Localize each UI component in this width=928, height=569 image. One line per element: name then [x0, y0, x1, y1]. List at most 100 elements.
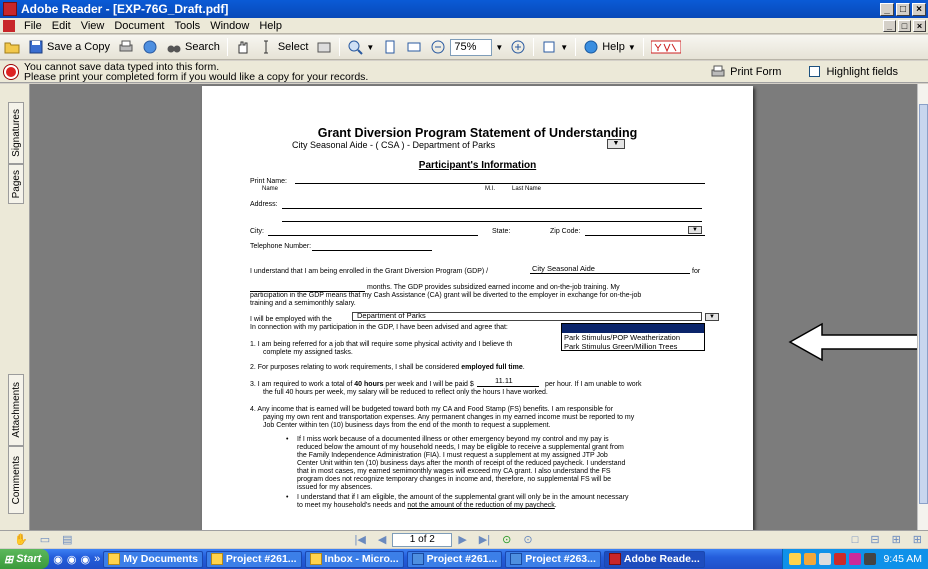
print-button[interactable] [114, 36, 138, 58]
open-button[interactable] [0, 36, 24, 58]
name-field[interactable] [295, 176, 705, 184]
document-viewport[interactable]: Grant Diversion Program Statement of Und… [30, 84, 917, 530]
yahoo-button[interactable] [647, 36, 685, 58]
highlight-fields-toggle[interactable]: Highlight fields [809, 66, 898, 78]
doc-close-button[interactable]: × [913, 19, 926, 32]
tray-app-icon[interactable] [804, 553, 817, 565]
for-text: for [692, 268, 701, 275]
hand-tool-button[interactable] [231, 36, 255, 58]
ie-icon[interactable]: ◉ [53, 553, 63, 566]
pay-rate-field[interactable]: 11.11 [495, 376, 513, 385]
document-icon[interactable] [3, 19, 15, 32]
item-2-text: 2. For purposes relating to work require… [250, 364, 525, 371]
maximize-button[interactable]: □ [896, 2, 910, 16]
binoculars-icon [167, 45, 181, 53]
zoom-dropdown-icon[interactable]: ▼ [492, 43, 506, 52]
snapshot-button[interactable] [312, 36, 336, 58]
single-page-layout-icon[interactable]: □ [846, 534, 865, 546]
task-project-261-folder[interactable]: Project #261... [205, 550, 302, 568]
dropdown-option[interactable] [562, 324, 704, 333]
program-select[interactable]: City Seasonal Aide - ( CSA ) - Departmen… [292, 140, 495, 150]
employer-dropdown-icon[interactable]: ▼ [705, 313, 719, 321]
employer-select[interactable] [352, 312, 702, 321]
tab-signatures[interactable]: Signatures [8, 102, 24, 164]
menu-window[interactable]: Window [205, 20, 254, 32]
menu-view[interactable]: View [76, 20, 110, 32]
tab-attachments[interactable]: Attachments [8, 374, 24, 446]
doc-restore-button[interactable]: □ [898, 19, 911, 32]
email-button[interactable] [138, 36, 162, 58]
zoom-out-button[interactable] [426, 36, 450, 58]
hand-nav-icon[interactable]: ✋ [8, 533, 34, 546]
volume-icon[interactable] [819, 553, 832, 565]
chevron-down-icon[interactable]: ▼ [560, 43, 568, 52]
enrollment-text: I understand that I am being enrolled in… [250, 268, 489, 275]
item-2-bold: employed full time [461, 364, 523, 371]
chevron-down-icon[interactable]: ▼ [628, 43, 636, 52]
section-heading: Participant's Information [418, 160, 537, 171]
rotate-button[interactable]: ▼ [537, 36, 572, 58]
task-inbox[interactable]: Inbox - Micro... [304, 550, 404, 568]
minimize-button[interactable]: _ [880, 2, 894, 16]
task-my-documents[interactable]: My Documents [103, 550, 203, 568]
quicklaunch-more-icon[interactable]: » [94, 553, 100, 565]
network-icon[interactable] [864, 553, 877, 565]
task-project-263-doc[interactable]: Project #263... [505, 550, 601, 568]
employed-with-text: I will be employed with the [250, 316, 332, 323]
dropdown-option[interactable]: Park Stimulus Green/Million Trees [562, 342, 704, 351]
menu-document[interactable]: Document [109, 20, 169, 32]
quicklaunch-icon[interactable]: ◉ [81, 553, 91, 566]
envelope-icon[interactable] [789, 553, 802, 565]
page-number-input[interactable]: 1 of 2 [392, 532, 453, 547]
highlight-fields-checkbox[interactable] [809, 66, 821, 77]
last-page-icon[interactable]: ▶| [473, 533, 496, 546]
menu-help[interactable]: Help [254, 20, 287, 32]
continuous-facing-layout-icon[interactable]: ⊞ [907, 533, 928, 546]
save-copy-button[interactable]: Save a Copy [24, 36, 114, 58]
folder-icon [108, 553, 121, 565]
actual-size-button[interactable] [378, 36, 402, 58]
zoom-in-button[interactable] [506, 36, 530, 58]
single-page-icon[interactable]: ▭ [34, 533, 56, 546]
close-button[interactable]: × [912, 2, 926, 16]
employer-dropdown-list[interactable]: Park Stimulus/POP Weatherization Park St… [561, 323, 705, 351]
menu-tools[interactable]: Tools [170, 20, 206, 32]
item-2-prefix: 2. For purposes relating to work require… [250, 364, 460, 371]
doc-minimize-button[interactable]: _ [883, 19, 896, 32]
zoom-tool-button[interactable]: ▼ [343, 36, 378, 58]
outlook-icon[interactable]: ◉ [67, 553, 77, 566]
item-1-text: 1. I am being referred for a job that wi… [250, 341, 513, 348]
tab-comments[interactable]: Comments [8, 446, 24, 514]
task-adobe-reader[interactable]: Adobe Reade... [603, 550, 705, 568]
program-name-field[interactable]: City Seasonal Aide [532, 264, 595, 273]
continuous-icon[interactable]: ▤ [56, 533, 78, 546]
first-page-icon[interactable]: |◀ [349, 533, 372, 546]
search-button[interactable]: Search [162, 36, 224, 58]
previous-page-icon[interactable]: ◀ [372, 533, 392, 546]
state-dropdown-icon[interactable]: ▼ [688, 226, 702, 234]
chevron-down-icon[interactable]: ▼ [366, 43, 374, 52]
previous-view-icon[interactable]: ⊙ [496, 533, 517, 546]
antivirus-icon[interactable] [834, 553, 847, 565]
continuous-layout-icon[interactable]: ⊟ [864, 533, 885, 546]
print-form-button[interactable]: Print Form [710, 64, 781, 80]
select-tool-button[interactable]: Select [255, 36, 313, 58]
program-dropdown-icon[interactable]: ▼ [607, 139, 625, 149]
messenger-icon[interactable] [849, 553, 862, 565]
menu-file[interactable]: File [19, 20, 47, 32]
start-button[interactable]: ⊞ Start [0, 549, 50, 569]
help-button[interactable]: Help ▼ [579, 36, 640, 58]
next-page-icon[interactable]: ▶ [452, 533, 472, 546]
menu-edit[interactable]: Edit [47, 20, 76, 32]
vertical-scrollbar[interactable] [917, 84, 928, 530]
fit-width-button[interactable] [402, 36, 426, 58]
zoom-level-input[interactable]: 75% [450, 38, 493, 56]
scrollbar-thumb[interactable] [919, 104, 928, 504]
tab-pages[interactable]: Pages [8, 164, 24, 204]
windows-logo-icon: ⊞ [4, 553, 14, 566]
help-label: Help [602, 41, 625, 53]
next-view-icon[interactable]: ⊙ [517, 533, 538, 546]
dropdown-option[interactable]: Park Stimulus/POP Weatherization [562, 333, 704, 342]
task-project-261-doc[interactable]: Project #261... [406, 550, 503, 568]
facing-layout-icon[interactable]: ⊞ [886, 533, 907, 546]
